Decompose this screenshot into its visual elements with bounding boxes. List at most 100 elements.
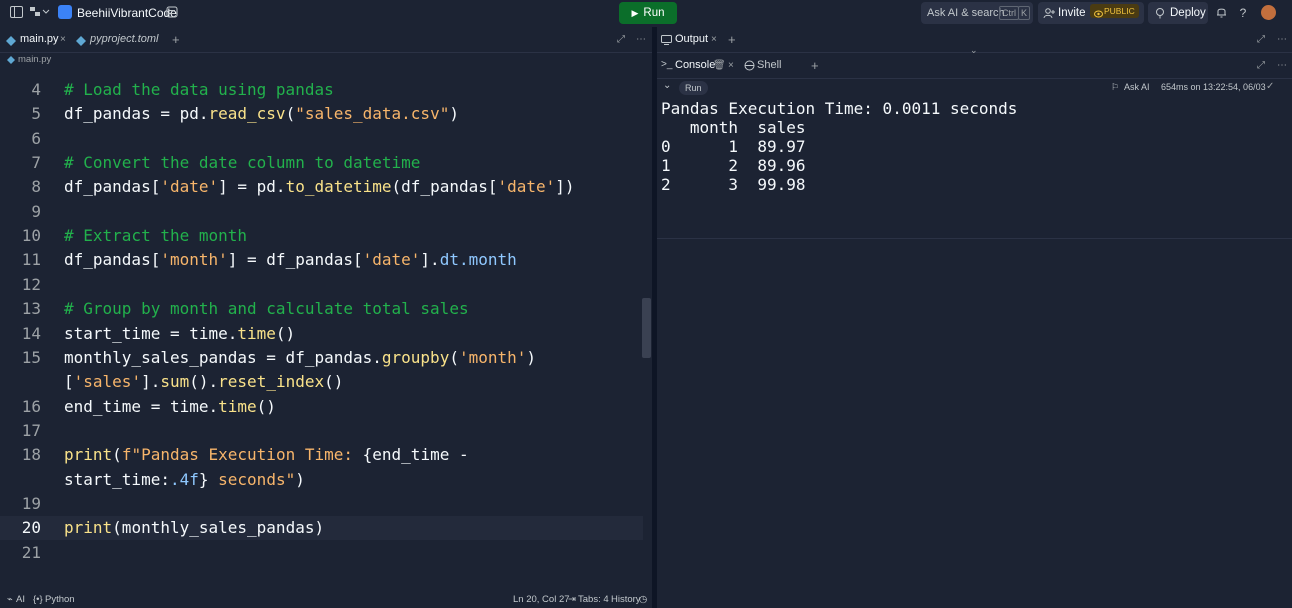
deploy-label: Deploy — [1170, 7, 1206, 19]
code-line[interactable]: print(monthly_sales_pandas) — [64, 518, 324, 537]
indent-icon: ⇥ — [568, 594, 576, 605]
tab-output[interactable]: Output — [675, 27, 708, 52]
line-number: 18 — [21, 445, 41, 465]
deploy-icon — [1154, 7, 1166, 22]
repl-name[interactable]: BeehiiVibrantCode — [77, 6, 177, 20]
expand-icon[interactable]: ⤢ — [1257, 27, 1265, 52]
line-number: 17 — [21, 420, 41, 440]
code-line[interactable]: print(f"Pandas Execution Time: {end_time… — [64, 445, 469, 464]
repl-info-icon[interactable] — [165, 6, 179, 20]
public-badge-label: PUBLIC — [1104, 6, 1135, 16]
console-line: 1 2 89.96 — [661, 156, 806, 175]
toml-file-icon — [76, 35, 86, 49]
line-number: 14 — [21, 323, 41, 343]
avatar[interactable] — [1261, 5, 1276, 20]
editor-scrollbar[interactable] — [642, 298, 651, 358]
tab-main-py[interactable]: main.py — [20, 27, 59, 52]
sidebar-toggle-icon[interactable] — [9, 6, 23, 20]
code-line[interactable]: end_time = time.time() — [64, 397, 276, 416]
more-options-icon[interactable]: ⋯ — [1277, 27, 1287, 52]
ai-status[interactable]: AI — [16, 594, 25, 605]
execution-timing: 654ms on 13:22:54, 06/03 — [1161, 82, 1266, 92]
ask-ai-search[interactable]: Ask AI & search Ctrl K — [921, 2, 1033, 24]
eye-icon — [1094, 7, 1103, 21]
line-number: 16 — [21, 396, 41, 416]
language-status[interactable]: Python — [45, 594, 75, 605]
new-tab-icon[interactable]: + — [728, 27, 736, 52]
code-editor[interactable]: 4 # Load the data using pandas 5 df_pandas … — [0, 75, 643, 589]
play-icon: ▶ — [631, 7, 639, 18]
code-line[interactable]: start_time = time.time() — [64, 324, 295, 343]
console-output[interactable]: Pandas Execution Time: 0.0011 seconds mo… — [661, 99, 1017, 194]
chevron-down-icon[interactable]: ⌄ — [663, 80, 671, 91]
kbd-k: K — [1018, 6, 1031, 20]
line-number: 5 — [31, 104, 41, 124]
line-number: 11 — [21, 250, 41, 270]
console-tab-bar: >_ Console 🗑 × Shell + ⤢ ⋯ — [657, 53, 1292, 79]
close-tab-icon[interactable]: × — [60, 27, 66, 52]
code-line[interactable]: # Convert the date column to datetime — [64, 153, 420, 172]
code-line[interactable]: df_pandas['date'] = pd.to_datetime(df_pa… — [64, 177, 575, 196]
close-tab-icon[interactable]: × — [711, 27, 717, 52]
add-user-icon — [1043, 7, 1055, 22]
line-number: 15 — [21, 347, 41, 367]
line-number: 19 — [21, 493, 41, 513]
tab-shell[interactable]: Shell — [757, 53, 781, 78]
console-line: 2 3 99.98 — [661, 175, 806, 194]
line-number: 9 — [31, 201, 41, 221]
console-line: month sales — [661, 118, 806, 137]
run-button-label: Run — [643, 7, 665, 19]
tabs-setting[interactable]: Tabs: 4 — [578, 594, 609, 605]
ask-ai-icon: ⚐ — [1111, 82, 1120, 92]
ask-ai-link[interactable]: Ask AI — [1124, 82, 1150, 92]
code-line[interactable]: # Load the data using pandas — [64, 80, 334, 99]
new-tab-icon[interactable]: + — [172, 27, 180, 52]
code-line[interactable]: monthly_sales_pandas = df_pandas.groupby… — [64, 348, 536, 367]
console-line: 0 1 89.97 — [661, 137, 806, 156]
code-line[interactable]: # Extract the month — [64, 226, 247, 245]
console-line: Pandas Execution Time: 0.0011 seconds — [661, 99, 1018, 118]
history-icon: ◷ — [639, 594, 648, 605]
top-bar: BeehiiVibrantCode ▶ Run Ask AI & search … — [0, 0, 1292, 26]
output-panel: Output × + ⤢ ⋯ ⌄ >_ Console 🗑 × Shell + … — [657, 27, 1292, 608]
ai-icon: ⌁ — [7, 594, 13, 605]
run-chip[interactable]: Run — [679, 81, 708, 95]
line-number: 10 — [21, 226, 41, 246]
tab-console[interactable]: Console — [675, 53, 715, 78]
line-number: 13 — [21, 299, 41, 319]
expand-icon[interactable]: ⤢ — [1257, 53, 1265, 78]
code-line[interactable]: ['sales'].sum().reset_index() — [64, 372, 343, 391]
tab-pyproject-toml[interactable]: pyproject.toml — [90, 27, 158, 52]
line-number: 21 — [21, 542, 41, 562]
line-number: 20 — [21, 518, 41, 538]
trash-icon[interactable]: 🗑 — [713, 53, 726, 78]
more-options-icon[interactable]: ⋯ — [636, 27, 646, 52]
workspace-menu-icon[interactable] — [30, 6, 50, 20]
line-number: 12 — [21, 274, 41, 294]
line-number: 6 — [31, 128, 41, 148]
close-tab-icon[interactable]: × — [728, 53, 734, 78]
history-link[interactable]: History — [611, 594, 641, 605]
line-number: 4 — [31, 80, 41, 99]
code-line[interactable]: df_pandas = pd.read_csv("sales_data.csv"… — [64, 104, 459, 123]
check-icon: ✓ — [1266, 81, 1275, 92]
console-run-bar: ⌄ Run ⚐ Ask AI 654ms on 13:22:54, 06/03 … — [657, 79, 1292, 97]
breadcrumb-file[interactable]: main.py — [18, 54, 51, 65]
console-separator — [657, 238, 1292, 239]
line-number: 8 — [31, 177, 41, 197]
code-line[interactable]: start_time:.4f} seconds") — [64, 470, 305, 489]
editor-tab-bar: main.py × pyproject.toml + ⤢ ⋯ — [0, 27, 652, 53]
python-file-icon — [7, 56, 15, 67]
help-icon[interactable]: ? — [1236, 6, 1250, 20]
deploy-button[interactable]: Deploy — [1148, 2, 1208, 24]
cursor-position[interactable]: Ln 20, Col 27 — [513, 594, 570, 605]
more-options-icon[interactable]: ⋯ — [1277, 53, 1287, 78]
terminal-icon: >_ — [661, 59, 673, 70]
run-button[interactable]: ▶ Run — [619, 2, 677, 24]
code-line[interactable]: # Group by month and calculate total sal… — [64, 299, 469, 318]
bell-icon[interactable] — [1214, 6, 1228, 20]
code-line[interactable]: df_pandas['month'] = df_pandas['date'].d… — [64, 250, 517, 269]
expand-icon[interactable]: ⤢ — [617, 27, 625, 52]
ask-ai-search-label: Ask AI & search — [927, 7, 1005, 19]
new-tab-icon[interactable]: + — [811, 53, 819, 78]
